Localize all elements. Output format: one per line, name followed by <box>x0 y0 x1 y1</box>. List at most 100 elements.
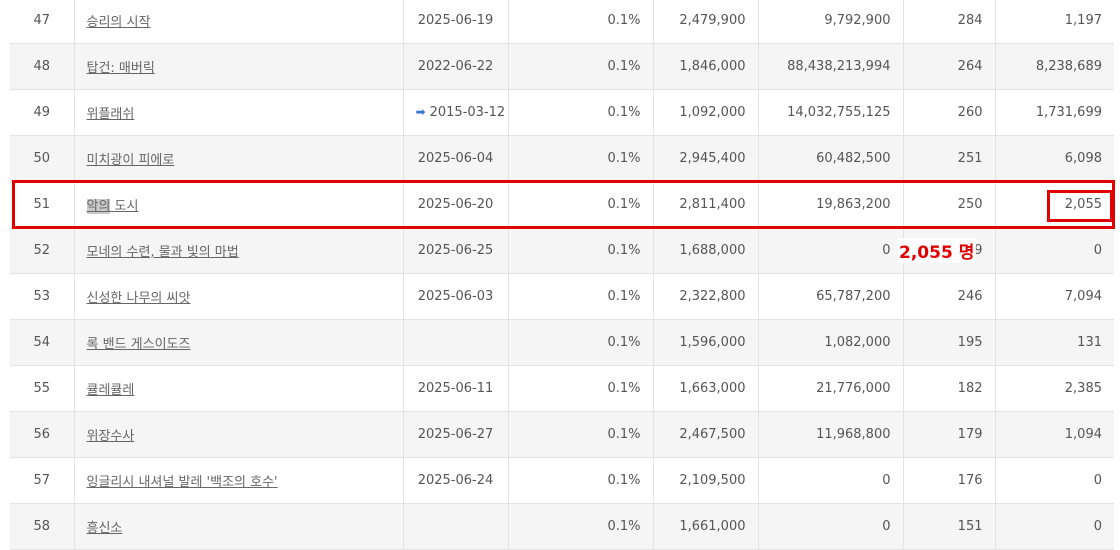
shows-cell: 179 <box>902 411 995 458</box>
movie-title-link[interactable]: 승리의 시작 <box>87 15 151 30</box>
table-row: 47 승리의 시작 2025-06-19 0.1% 2,479,900 9,79… <box>10 0 1114 44</box>
audience-cell: 2,385 <box>994 365 1114 412</box>
rank-cell: 58 <box>10 503 74 550</box>
rank-cell: 51 <box>10 181 74 228</box>
release-date-cell: 2025-06-24 <box>402 457 508 504</box>
table-row: 55 큘레큘레 2025-06-11 0.1% 1,663,000 21,776… <box>10 365 1114 412</box>
table-row: 49 위플래쉬 ➡ 2015-03-12 0.1% 1,092,000 14,03… <box>10 89 1114 136</box>
sales-cell: 65,787,200 <box>757 273 903 320</box>
release-date-cell: 2025-06-20 <box>402 181 508 228</box>
audience-cell: 2,055 <box>994 181 1114 228</box>
rank-cell: 56 <box>10 411 74 458</box>
rank-cell: 49 <box>10 89 74 136</box>
movie-title-link[interactable]: 미치광이 피에로 <box>87 153 175 168</box>
audience-cell: 0 <box>994 457 1114 504</box>
share-cell: 0.1% <box>507 365 653 412</box>
price-cell: 2,945,400 <box>652 135 758 182</box>
sales-cell: 1,082,000 <box>757 319 903 366</box>
price-cell: 1,663,000 <box>652 365 758 412</box>
table-row: 50 미치광이 피에로 2025-06-04 0.1% 2,945,400 60… <box>10 135 1114 182</box>
release-date-cell: 2025-06-27 <box>402 411 508 458</box>
table-row: 48 탑건: 매버릭 2022-06-22 0.1% 1,846,000 88,… <box>10 43 1114 90</box>
rank-cell: 52 <box>10 227 74 274</box>
share-cell: 0.1% <box>507 457 653 504</box>
arrow-right-icon: ➡ <box>415 105 426 119</box>
sales-cell: 0 <box>757 457 903 504</box>
rank-cell: 57 <box>10 457 74 504</box>
share-cell: 0.1% <box>507 89 653 136</box>
audience-cell: 7,094 <box>994 273 1114 320</box>
table-row-selected: 51 악의 도시 2025-06-20 0.1% 2,811,400 19,86… <box>10 181 1114 228</box>
movie-title-link[interactable]: 잉글리시 내셔널 발레 '백조의 호수' <box>87 475 278 490</box>
sales-cell: 60,482,500 <box>757 135 903 182</box>
movie-title-link[interactable]: 위플래쉬 <box>87 107 135 122</box>
movie-title-link[interactable]: 악의 도시 <box>86 199 139 214</box>
sales-cell: 0 <box>757 227 903 274</box>
shows-cell: 182 <box>902 365 995 412</box>
share-cell: 0.1% <box>507 43 653 90</box>
release-date-cell <box>402 319 508 366</box>
audience-cell: 1,197 <box>994 0 1114 44</box>
shows-cell: 176 <box>902 457 995 504</box>
audience-cell: 0 <box>994 227 1114 274</box>
sales-cell: 88,438,213,994 <box>757 43 903 90</box>
movie-title-link[interactable]: 탑건: 매버릭 <box>87 61 155 76</box>
audience-cell: 6,098 <box>994 135 1114 182</box>
audience-cell: 0 <box>994 503 1114 550</box>
audience-annotation: 2,055 명 <box>897 238 977 263</box>
movie-title-link[interactable]: 모네의 수련, 물과 빛의 마법 <box>87 245 239 260</box>
rank-cell: 47 <box>10 0 74 44</box>
price-cell: 2,109,500 <box>652 457 758 504</box>
shows-cell: 260 <box>902 89 995 136</box>
rank-cell: 54 <box>10 319 74 366</box>
price-cell: 2,479,900 <box>652 0 758 44</box>
movie-title-link[interactable]: 큘레큘레 <box>87 383 135 398</box>
release-date-cell: 2025-06-25 <box>402 227 508 274</box>
sales-cell: 9,792,900 <box>757 0 903 44</box>
price-cell: 1,688,000 <box>652 227 758 274</box>
title-highlight: 악의 <box>86 199 111 214</box>
shows-cell: 251 <box>902 135 995 182</box>
share-cell: 0.1% <box>507 273 653 320</box>
rank-cell: 55 <box>10 365 74 412</box>
share-cell: 0.1% <box>507 411 653 458</box>
table-row: 57 잉글리시 내셔널 발레 '백조의 호수' 2025-06-24 0.1% … <box>10 457 1114 504</box>
shows-cell: 264 <box>902 43 995 90</box>
release-date-cell: 2022-06-22 <box>402 43 508 90</box>
release-date-cell: 2025-06-19 <box>402 0 508 44</box>
movie-title-link[interactable]: 록 밴드 게스이도즈 <box>87 337 191 352</box>
audience-cell: 1,731,699 <box>994 89 1114 136</box>
sales-cell: 14,032,755,125 <box>757 89 903 136</box>
box-office-table: 47 승리의 시작 2025-06-19 0.1% 2,479,900 9,79… <box>10 0 1114 550</box>
title-rest: 도시 <box>110 199 139 214</box>
shows-cell: 195 <box>902 319 995 366</box>
share-cell: 0.1% <box>507 181 653 228</box>
audience-cell: 1,094 <box>994 411 1114 458</box>
sales-cell: 21,776,000 <box>757 365 903 412</box>
price-cell: 2,467,500 <box>652 411 758 458</box>
audience-cell: 8,238,689 <box>994 43 1114 90</box>
price-cell: 2,322,800 <box>652 273 758 320</box>
sales-cell: 19,863,200 <box>757 181 903 228</box>
share-cell: 0.1% <box>507 135 653 182</box>
movie-title-link[interactable]: 위장수사 <box>87 429 135 444</box>
table-row: 56 위장수사 2025-06-27 0.1% 2,467,500 11,968… <box>10 411 1114 458</box>
shows-cell: 246 <box>902 273 995 320</box>
table-row: 53 신성한 나무의 씨앗 2025-06-03 0.1% 2,322,800 … <box>10 273 1114 320</box>
release-date-cell <box>402 503 508 550</box>
audience-cell: 131 <box>994 319 1114 366</box>
share-cell: 0.1% <box>507 319 653 366</box>
price-cell: 1,661,000 <box>652 503 758 550</box>
shows-cell: 151 <box>902 503 995 550</box>
shows-cell: 284 <box>902 0 995 44</box>
movie-title-link[interactable]: 신성한 나무의 씨앗 <box>87 291 191 306</box>
release-date-cell: 2025-06-03 <box>402 273 508 320</box>
rank-cell: 48 <box>10 43 74 90</box>
price-cell: 1,846,000 <box>652 43 758 90</box>
price-cell: 1,092,000 <box>652 89 758 136</box>
table-row: 58 흥신소 0.1% 1,661,000 0 151 0 <box>10 503 1114 550</box>
shows-cell: 250 <box>902 181 995 228</box>
price-cell: 1,596,000 <box>652 319 758 366</box>
rank-cell: 50 <box>10 135 74 182</box>
release-date-cell: 2025-06-11 <box>402 365 508 412</box>
